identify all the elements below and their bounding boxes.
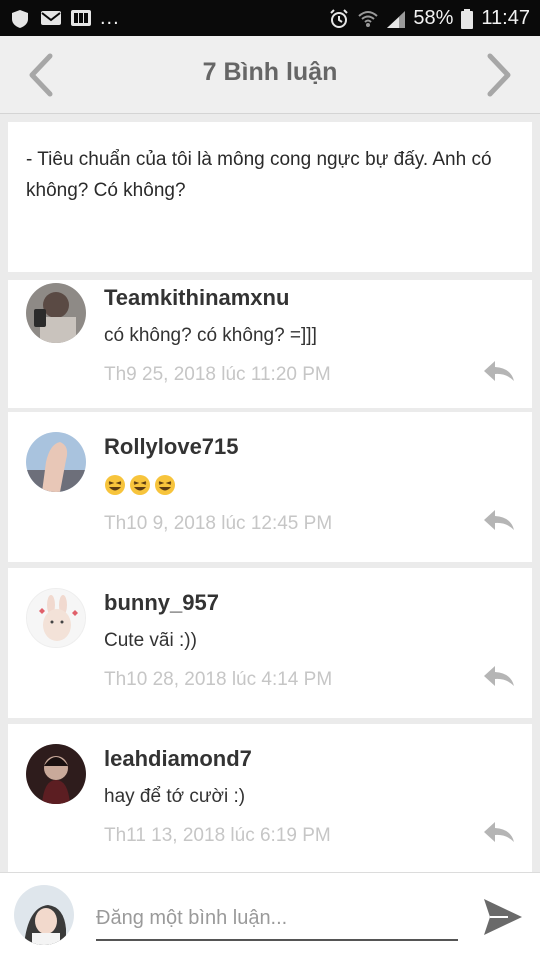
alarm-icon (329, 9, 349, 28)
clock: 11:47 (481, 6, 530, 29)
reply-button[interactable] (482, 359, 516, 385)
reply-button[interactable] (482, 508, 516, 534)
wifi-icon (357, 9, 379, 27)
laughing-emoji-icon (155, 475, 175, 495)
emoji-row (104, 474, 176, 496)
comment-text: có không? có không? =]]] (104, 325, 317, 346)
comment-timestamp: Th10 28, 2018 lúc 4:14 PM (104, 669, 333, 690)
laughing-emoji-icon (130, 475, 150, 495)
avatar[interactable] (26, 744, 86, 804)
comment-item: leahdiamond7 hay để tớ cười :) Th11 13, … (8, 724, 532, 872)
laughing-emoji-icon (105, 475, 125, 495)
comment-text (104, 474, 176, 502)
avatar[interactable] (26, 283, 86, 343)
send-icon (484, 899, 522, 935)
comment-username[interactable]: leahdiamond7 (104, 746, 252, 772)
comment-username[interactable]: Teamkithinamxnu (104, 285, 289, 311)
send-button[interactable] (482, 897, 524, 937)
comment-item: Rollylove715 Th10 9, 2018 lúc 12:45 PM (8, 412, 532, 562)
shield-icon (10, 9, 30, 28)
comment-composer (0, 872, 540, 960)
battery-percent: 58% (413, 6, 454, 29)
comment-item: bunny_957 Cute vãi :)) Th10 28, 2018 lúc… (8, 568, 532, 718)
comment-username[interactable]: bunny_957 (104, 590, 219, 616)
comment-timestamp: Th10 9, 2018 lúc 12:45 PM (104, 513, 333, 534)
comment-username[interactable]: Rollylove715 (104, 434, 239, 460)
comment-timestamp: Th11 13, 2018 lúc 6:19 PM (104, 825, 331, 846)
comment-timestamp: Th9 25, 2018 lúc 11:20 PM (104, 364, 331, 385)
avatar[interactable] (26, 432, 86, 492)
current-user-avatar (14, 885, 74, 945)
reply-icon (484, 822, 514, 842)
post-text: - Tiêu chuẩn của tôi là mông cong ngực b… (26, 149, 492, 201)
chevron-right-icon (487, 53, 511, 97)
reply-icon (484, 666, 514, 686)
reply-button[interactable] (482, 664, 516, 690)
reply-icon (484, 510, 514, 530)
signal-icon (385, 9, 406, 28)
status-bar: ... 58% 11:47 (0, 0, 540, 36)
post-card: - Tiêu chuẩn của tôi là mông cong ngực b… (8, 122, 532, 272)
notification-overflow: ... (100, 6, 120, 29)
status-left-group: ... (10, 0, 120, 36)
comment-input[interactable] (96, 897, 458, 941)
reply-button[interactable] (482, 820, 516, 846)
comment-list[interactable]: Teamkithinamxnu có không? có không? =]]]… (8, 280, 532, 872)
page-title: 7 Bình luận (202, 58, 338, 86)
reply-icon (484, 361, 514, 381)
status-right-group: 58% 11:47 (329, 0, 530, 36)
avatar[interactable] (26, 588, 86, 648)
comment-item: Teamkithinamxnu có không? có không? =]]]… (8, 280, 532, 408)
battery-icon (461, 9, 474, 29)
comment-text: Cute vãi :)) (104, 630, 197, 651)
mail-icon (40, 9, 61, 27)
comments-header: 7 Bình luận (0, 36, 540, 114)
gallery-icon (70, 9, 91, 27)
comment-text: hay để tớ cười :) (104, 786, 246, 807)
next-button[interactable] (476, 50, 520, 100)
